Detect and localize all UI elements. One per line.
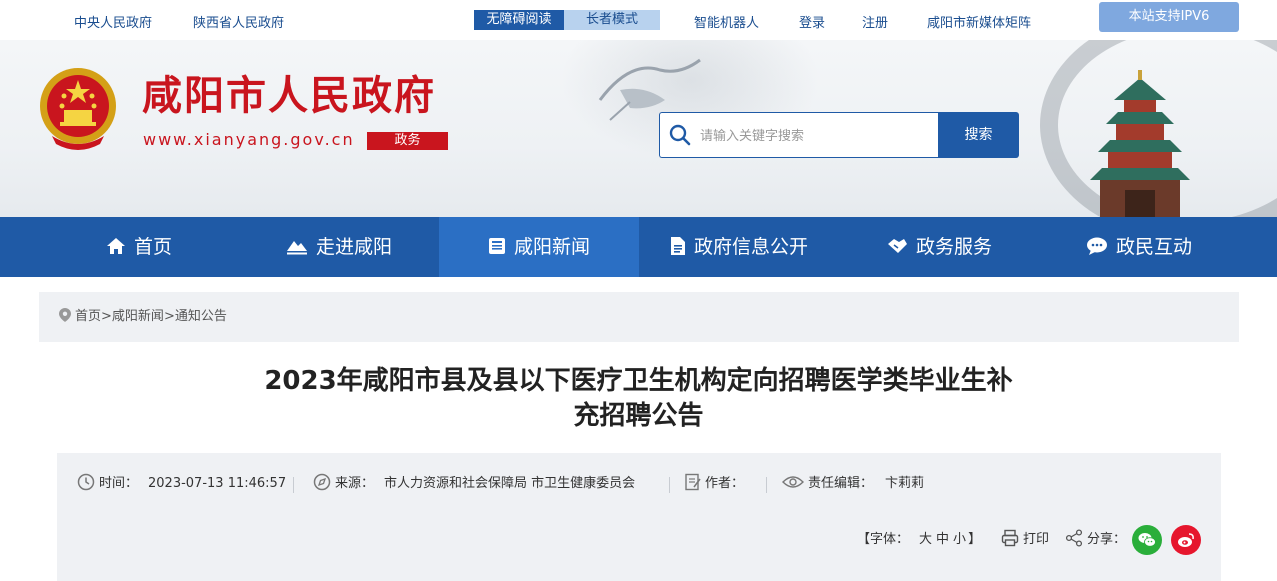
print-button[interactable]: 打印 — [1001, 527, 1049, 553]
share-wechat-button[interactable] — [1132, 525, 1162, 555]
share-label: 分享： — [1087, 532, 1127, 547]
printer-icon — [1001, 529, 1019, 547]
divider — [293, 477, 294, 493]
divider — [766, 477, 767, 493]
meta-time-label: 时间： — [99, 476, 139, 491]
link-central-government[interactable]: 中央人民政府 — [74, 12, 152, 31]
breadcrumb-separator: > — [163, 309, 175, 324]
site-url: www.xianyang.gov.cn — [143, 130, 355, 149]
article-meta: 时间： 2023-07-13 11:46:57 来源： 市人力资源和社会保障局 市卫… — [57, 453, 1221, 581]
eye-icon — [782, 476, 804, 488]
article-title: 2023年咸阳市县及县以下医疗卫生机构定向招聘医学类毕业生补 充招聘公告 — [200, 364, 1077, 434]
font-size-large[interactable]: 大 — [917, 532, 934, 547]
search-icon — [669, 124, 691, 146]
breadcrumb-separator: > — [101, 309, 112, 324]
font-size-small[interactable]: 小 — [951, 532, 968, 547]
main-nav: 首页 走进咸阳 咸阳新闻 政府信息公开 政务服务 政民互动 — [0, 217, 1277, 277]
nav-item-label: 政府信息公开 — [693, 236, 808, 258]
handshake-icon — [887, 238, 907, 253]
meta-editor-value: 卞莉莉 — [885, 476, 925, 491]
tower-illustration-icon — [1090, 70, 1190, 217]
nav-item-label: 政民互动 — [1115, 236, 1192, 258]
share-label-group: 分享： — [1065, 527, 1126, 553]
meta-editor-label: 责任编辑： — [808, 476, 874, 491]
chat-icon — [1086, 237, 1107, 255]
meta-time-value: 2023-07-13 11:46:57 — [148, 476, 287, 491]
nav-item-home[interactable]: 首页 — [39, 217, 239, 277]
nav-item-label: 咸阳新闻 — [513, 236, 590, 258]
mountain-icon — [286, 240, 307, 254]
clock-icon — [77, 473, 95, 491]
nav-item-gov-info-public[interactable]: 政府信息公开 — [639, 217, 839, 277]
link-shaanxi-government[interactable]: 陕西省人民政府 — [193, 12, 284, 31]
wechat-icon — [1138, 533, 1156, 547]
location-pin-icon — [59, 308, 71, 322]
link-smart-robot[interactable]: 智能机器人 — [694, 12, 759, 31]
nav-item-about-xianyang[interactable]: 走进咸阳 — [239, 217, 439, 277]
share-icon — [1065, 529, 1083, 547]
link-login[interactable]: 登录 — [799, 12, 825, 31]
divider — [669, 477, 670, 493]
nav-item-label: 政务服务 — [915, 236, 992, 258]
search-input[interactable] — [700, 125, 930, 147]
print-label: 打印 — [1023, 532, 1050, 547]
national-emblem-icon — [40, 68, 116, 150]
meta-author: 作者： — [685, 473, 744, 495]
weibo-icon — [1178, 533, 1194, 547]
site-title: 咸阳市人民政府 — [142, 73, 436, 119]
search-box — [659, 112, 939, 158]
nav-item-label: 走进咸阳 — [315, 236, 392, 258]
breadcrumb-home[interactable]: 首页 — [75, 309, 101, 324]
font-size-medium[interactable]: 中 — [934, 532, 951, 547]
nav-item-label: 首页 — [133, 236, 172, 258]
nav-item-citizen-interaction[interactable]: 政民互动 — [1039, 217, 1239, 277]
home-icon — [106, 237, 125, 254]
article-title-line1: 2023年咸阳市县及县以下医疗卫生机构定向招聘医学类毕业生补 — [264, 366, 1013, 396]
top-bar: 中央人民政府 陕西省人民政府 无障碍阅读 长者模式 智能机器人 登录 注册 咸阳… — [0, 0, 1277, 40]
newspaper-icon — [488, 237, 505, 254]
share-weibo-button[interactable] — [1171, 525, 1201, 555]
breadcrumb: 首页>咸阳新闻>通知公告 — [39, 292, 1239, 342]
font-size-label-close: 】 — [968, 532, 982, 547]
header-banner: 咸阳市人民政府 www.xianyang.gov.cn 政务 搜索 — [0, 40, 1277, 217]
site-tag: 政务 — [367, 132, 448, 150]
elder-mode-button[interactable]: 长者模式 — [564, 10, 660, 30]
breadcrumb-notices[interactable]: 通知公告 — [175, 309, 227, 324]
font-size-controls: 【字体： 大中小】 — [857, 527, 981, 553]
link-new-media-matrix[interactable]: 咸阳市新媒体矩阵 — [927, 12, 1031, 31]
meta-source-value: 市人力资源和社会保障局 市卫生健康委员会 — [384, 476, 636, 491]
ipv6-badge[interactable]: 本站支持IPV6 — [1099, 2, 1239, 32]
meta-author-label: 作者： — [705, 476, 745, 491]
search-button[interactable]: 搜索 — [938, 112, 1019, 158]
nav-item-gov-services[interactable]: 政务服务 — [839, 217, 1039, 277]
meta-editor: 责任编辑： 卞莉莉 — [782, 473, 924, 495]
font-size-label-open: 【字体： — [857, 532, 910, 547]
meta-time: 时间： 2023-07-13 11:46:57 — [77, 473, 286, 495]
document-icon — [670, 236, 685, 255]
meta-source-label: 来源： — [335, 476, 375, 491]
accessibility-button[interactable]: 无障碍阅读 — [474, 10, 564, 30]
link-register[interactable]: 注册 — [862, 12, 888, 31]
meta-source: 来源： 市人力资源和社会保障局 市卫生健康委员会 — [313, 473, 635, 495]
breadcrumb-news[interactable]: 咸阳新闻 — [112, 309, 164, 324]
compass-icon — [313, 473, 331, 491]
edit-document-icon — [685, 473, 701, 491]
nav-item-xianyang-news[interactable]: 咸阳新闻 — [439, 217, 639, 277]
article-title-line2: 充招聘公告 — [573, 401, 704, 431]
